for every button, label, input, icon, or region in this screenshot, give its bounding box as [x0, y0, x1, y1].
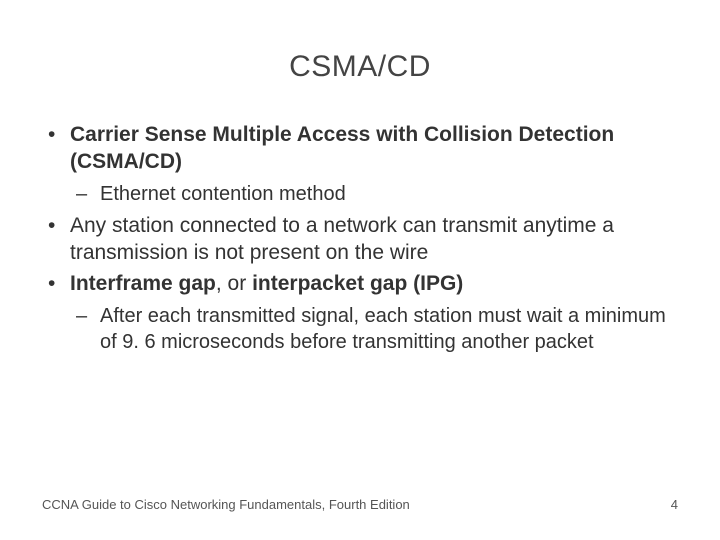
- bullet-3-after: interpacket gap (IPG): [252, 272, 463, 295]
- sub-list-1: Ethernet contention method: [70, 182, 678, 208]
- bullet-3-mid: , or: [216, 272, 252, 295]
- bullet-list: Carrier Sense Multiple Access with Colli…: [42, 122, 678, 355]
- sub-1-1-text: Ethernet contention method: [100, 183, 346, 205]
- page-title: CSMA/CD: [42, 50, 678, 84]
- sub-item-3-1: After each transmitted signal, each stat…: [70, 304, 678, 355]
- bullet-item-3: Interframe gap, or interpacket gap (IPG)…: [42, 271, 678, 355]
- slide-container: CSMA/CD Carrier Sense Multiple Access wi…: [0, 0, 720, 540]
- bullet-3-before: Interframe gap: [70, 272, 216, 295]
- sub-list-3: After each transmitted signal, each stat…: [70, 304, 678, 355]
- sub-item-1-1: Ethernet contention method: [70, 182, 678, 208]
- bullet-1-text: Carrier Sense Multiple Access with Colli…: [70, 123, 614, 173]
- footer: CCNA Guide to Cisco Networking Fundament…: [42, 497, 678, 512]
- footer-left: CCNA Guide to Cisco Networking Fundament…: [42, 497, 410, 512]
- bullet-item-2: Any station connected to a network can t…: [42, 213, 678, 267]
- sub-3-1-text: After each transmitted signal, each stat…: [100, 305, 666, 353]
- bullet-item-1: Carrier Sense Multiple Access with Colli…: [42, 122, 678, 207]
- bullet-2-text: Any station connected to a network can t…: [70, 214, 614, 264]
- footer-page-number: 4: [671, 497, 678, 512]
